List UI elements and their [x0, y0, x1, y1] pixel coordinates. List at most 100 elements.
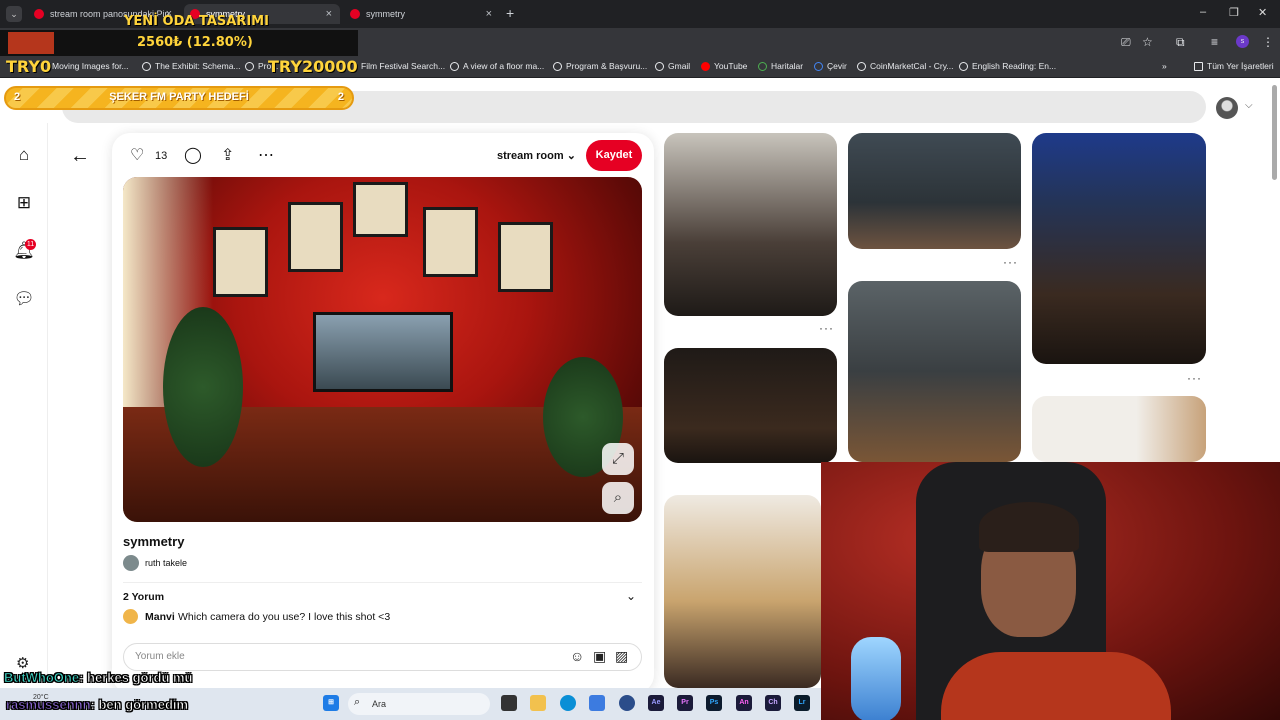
globe-icon [857, 61, 866, 71]
pinterest-icon [350, 9, 360, 19]
goal-amount: 2560₺ (12.80%) [137, 35, 253, 50]
file-explorer-icon[interactable] [530, 695, 546, 711]
bookmark-label: CoinMarketCal - Cry... [870, 61, 954, 71]
globe-icon [553, 61, 562, 71]
author-avatar[interactable] [123, 555, 139, 571]
chevron-down-icon[interactable]: ⌵ [1245, 100, 1253, 111]
profile-icon[interactable]: s [1236, 35, 1249, 48]
emoji-icon[interactable]: ☺ [570, 648, 584, 664]
lightroom-icon[interactable]: Lr [794, 695, 810, 711]
feed-pin-image[interactable] [848, 133, 1021, 249]
image-frame [288, 202, 343, 272]
bookmark[interactable]: Program & Başvuru... [553, 61, 647, 71]
scrollbar[interactable] [1272, 85, 1277, 180]
star-icon[interactable]: ☆ [1142, 35, 1153, 49]
bookmark[interactable]: Haritalar [758, 61, 803, 71]
windows-start-icon[interactable]: ⊞ [323, 695, 339, 711]
avatar[interactable] [1216, 97, 1238, 119]
feed-pin-image[interactable] [848, 281, 1021, 462]
app-icon[interactable] [619, 695, 635, 711]
maximize-button[interactable]: ❐ [1229, 6, 1239, 19]
extensions-icon[interactable]: ⧉ [1176, 35, 1185, 50]
feed-pin-image[interactable] [664, 133, 837, 316]
image-upload-icon[interactable]: ▨ [615, 648, 628, 665]
chat-message: rasmussennn: ben görmedim [6, 697, 189, 713]
globe-icon [142, 61, 151, 71]
after-effects-icon[interactable]: Ae [648, 695, 664, 711]
author-name[interactable]: ruth takele [145, 558, 187, 568]
save-button[interactable]: Kaydet [586, 140, 642, 171]
comment-user[interactable]: Manvi [145, 611, 175, 623]
tab-search-button[interactable]: ⌄ [6, 6, 22, 22]
bookmark-label: A view of a floor ma... [463, 61, 545, 71]
bookmark[interactable]: YouTube [701, 61, 747, 71]
store-icon[interactable] [589, 695, 605, 711]
bookmarks-more-button[interactable]: » [1162, 61, 1167, 71]
bookmark[interactable]: The Exhibit: Schema... [142, 61, 241, 71]
chevron-down-icon: ⌄ [566, 150, 576, 162]
bookmark[interactable]: Moving Images for... [52, 61, 129, 71]
bookmark-label: The Exhibit: Schema... [155, 61, 241, 71]
comments-header[interactable]: 2 Yorum [123, 591, 164, 603]
image-plant [163, 307, 243, 467]
chat-message: ButWhoOne: herkes gördü mü [4, 670, 193, 686]
folder-icon [1194, 61, 1203, 71]
youtube-icon [701, 61, 710, 71]
cast-icon[interactable]: ⎚ [1121, 35, 1131, 50]
expand-icon[interactable]: ⤢ [602, 443, 634, 475]
sticker-icon[interactable]: ▣ [593, 648, 606, 665]
tab-symmetry[interactable]: symmetry × [344, 4, 500, 24]
tab-label: symmetry [366, 9, 405, 19]
close-icon[interactable]: × [486, 8, 492, 20]
visual-search-icon[interactable]: ⌕ [602, 482, 634, 514]
share-icon[interactable]: ⇪ [221, 145, 234, 165]
more-options-icon[interactable]: ⋯ [258, 145, 274, 165]
globe-icon [959, 61, 968, 71]
comment-input[interactable] [123, 643, 642, 671]
bookmark[interactable]: English Reading: En... [959, 61, 1056, 71]
webcam-person-hair [979, 502, 1079, 552]
chat-user: ButWhoOne [4, 670, 80, 686]
close-icon[interactable]: × [326, 8, 332, 20]
chevron-down-icon[interactable]: ⌄ [626, 589, 636, 603]
board-select[interactable]: stream room ⌄ [497, 149, 576, 162]
bookmark[interactable]: Çevir [814, 61, 847, 71]
bookmark[interactable]: Gmail [655, 61, 690, 71]
create-icon[interactable]: ⊞ [13, 192, 35, 214]
minimize-button[interactable]: – [1200, 6, 1206, 18]
feed-pin-image[interactable] [664, 495, 821, 688]
image-monitor [313, 312, 453, 392]
bookmark[interactable]: Film Festival Search... [361, 61, 445, 71]
edge-icon[interactable] [560, 695, 576, 711]
premiere-icon[interactable]: Pr [677, 695, 693, 711]
bookmark[interactable]: A view of a floor ma... [450, 61, 544, 71]
more-options-icon[interactable]: ··· [819, 321, 834, 335]
close-window-button[interactable]: ✕ [1258, 6, 1267, 19]
home-icon[interactable]: ⌂ [13, 144, 35, 166]
webcam-lamp [851, 637, 901, 720]
all-bookmarks[interactable]: Tüm Yer İşaretleri [1194, 61, 1274, 71]
menu-icon[interactable]: ⋮ [1262, 35, 1274, 49]
comment-text: Which camera do you use? I love this sho… [178, 611, 391, 623]
animate-icon[interactable]: An [736, 695, 752, 711]
pin-main-image[interactable]: ⤢ ⌕ [123, 177, 642, 522]
taskbar-search-placeholder: Ara [372, 699, 387, 709]
feed-pin-image[interactable] [1032, 396, 1206, 462]
taskbar-search[interactable] [348, 693, 490, 715]
more-options-icon[interactable]: ··· [1003, 255, 1018, 269]
comment-icon[interactable]: ◯ [184, 145, 202, 165]
party-goal-right-number: 2 [337, 91, 344, 103]
messages-icon[interactable]: 💬︎ [13, 288, 35, 310]
feed-pin-image[interactable] [664, 348, 837, 463]
media-icon[interactable]: ≡ [1211, 35, 1218, 49]
globe-icon [450, 61, 459, 71]
photoshop-icon[interactable]: Ps [706, 695, 722, 711]
task-view-icon[interactable] [501, 695, 517, 711]
new-tab-button[interactable]: + [506, 5, 514, 21]
bookmark[interactable]: CoinMarketCal - Cry... [857, 61, 953, 71]
back-arrow-icon[interactable]: ← [70, 145, 90, 168]
more-options-icon[interactable]: ··· [1187, 371, 1202, 385]
heart-icon[interactable]: ♡ [130, 145, 144, 165]
feed-pin-image[interactable] [1032, 133, 1206, 364]
character-animator-icon[interactable]: Ch [765, 695, 781, 711]
